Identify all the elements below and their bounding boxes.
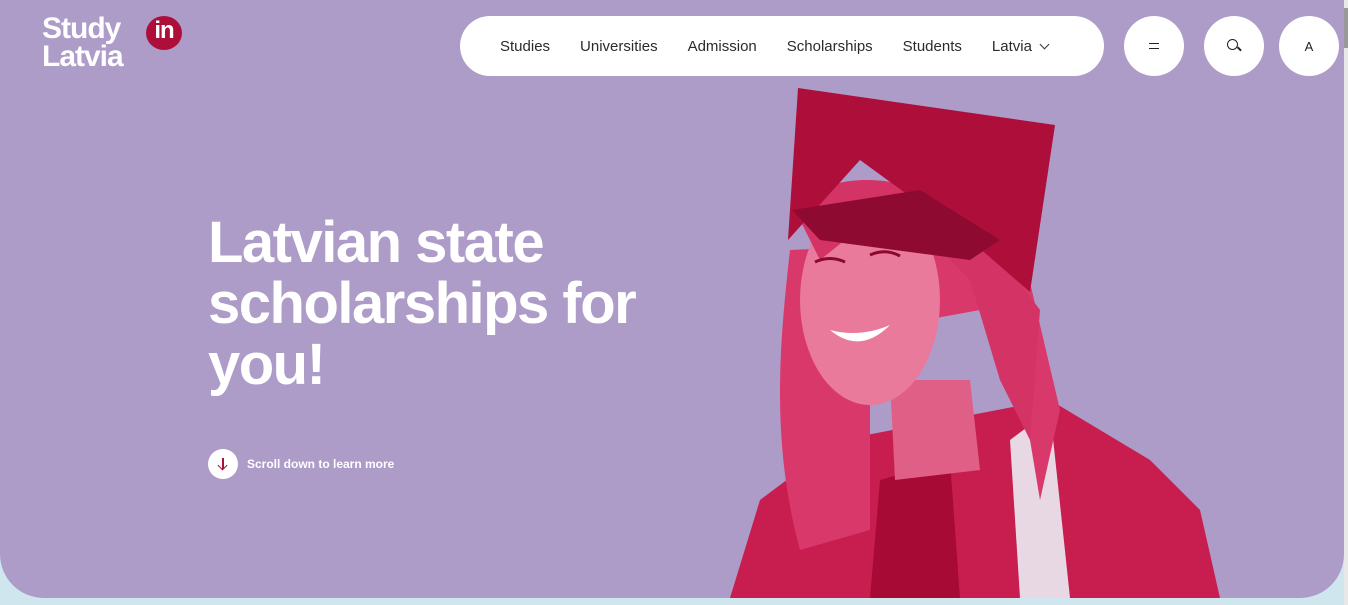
nav-country-dropdown[interactable]: Latvia — [991, 37, 1050, 55]
logo-badge: in — [146, 16, 182, 50]
nav-students[interactable]: Students — [903, 38, 962, 55]
hero-section: Study in Latvia Studies Universities Adm… — [0, 0, 1344, 598]
nav-universities[interactable]: Universities — [580, 38, 658, 55]
nav-scholarships[interactable]: Scholarships — [787, 38, 873, 55]
headline-line-3: you! — [208, 332, 326, 397]
logo-line-2: Latvia — [42, 40, 124, 73]
nav-studies[interactable]: Studies — [500, 38, 550, 55]
scroll-button[interactable] — [208, 449, 238, 479]
page-scrollbar[interactable] — [1344, 0, 1348, 605]
search-icon — [1227, 39, 1241, 53]
headline-line-1: Latvian state — [208, 210, 545, 275]
nav-country-label: Latvia — [991, 37, 1032, 55]
arrow-down-icon — [218, 458, 228, 470]
accessibility-button[interactable]: A — [1279, 16, 1339, 76]
scroll-label: Scroll down to learn more — [247, 457, 395, 471]
menu-icon — [1149, 43, 1159, 49]
search-button[interactable] — [1204, 16, 1264, 76]
hero-headline: Latvian state scholarships for you! — [208, 212, 688, 395]
menu-button[interactable] — [1124, 16, 1184, 76]
scroll-down-link[interactable]: Scroll down to learn more — [208, 449, 394, 479]
site-logo[interactable]: Study in Latvia — [42, 14, 192, 74]
graduate-photo — [730, 88, 1220, 598]
chevron-down-icon — [1039, 39, 1050, 49]
nav-admission[interactable]: Admission — [688, 38, 757, 55]
main-nav: Studies Universities Admission Scholarsh… — [460, 16, 1104, 76]
headline-line-2: scholarships for — [208, 271, 637, 336]
